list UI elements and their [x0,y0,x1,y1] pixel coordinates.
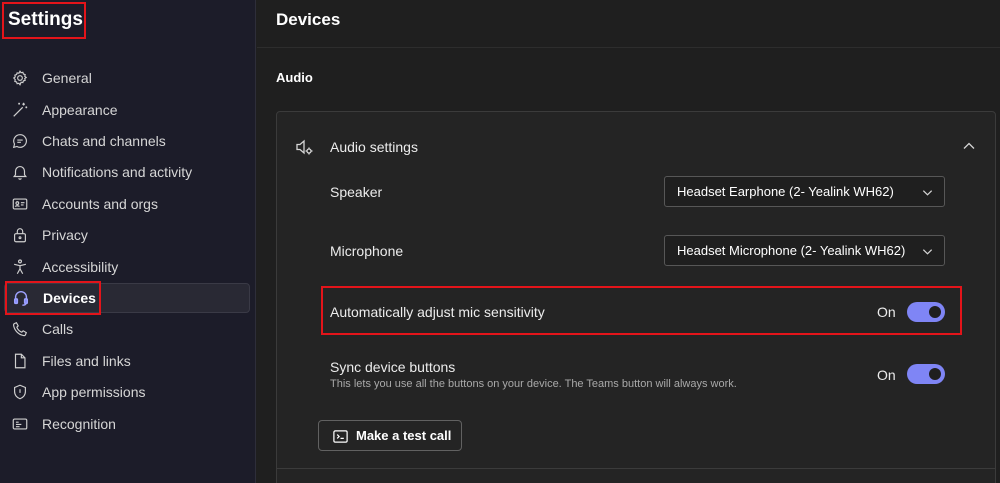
gear-icon [11,69,29,87]
make-test-call-label: Make a test call [356,428,452,443]
sidebar-item-devices[interactable]: Devices [4,283,250,313]
sidebar-item-appearance[interactable]: Appearance [4,95,250,125]
chevron-up-icon[interactable] [961,138,977,154]
sidebar-item-accessibility[interactable]: Accessibility [4,252,250,282]
lock-icon [11,226,29,244]
audio-settings-card: Audio settings Speaker Headset Earphone … [276,111,996,483]
toggle-knob [929,306,941,318]
toggle-knob [929,368,941,380]
speaker-dropdown[interactable]: Headset Earphone (2- Yealink WH62) [664,176,945,207]
page-title: Devices [276,10,341,29]
card-divider [277,468,995,469]
make-test-call-button[interactable]: Make a test call [318,420,462,451]
sidebar-item-general[interactable]: General [4,63,250,93]
sync-buttons-state: On [877,367,896,383]
sidebar-item-files-and-links[interactable]: Files and links [4,346,250,376]
chevron-down-icon [922,249,933,255]
test-call-icon [333,430,348,443]
auto-mic-sensitivity-toggle[interactable] [907,302,945,322]
sidebar-item-label: Chats and channels [42,133,166,149]
speaker-settings-icon [296,139,313,155]
header-divider [257,47,1000,48]
accessibility-icon [11,258,29,276]
sidebar-item-recognition[interactable]: Recognition [4,409,250,439]
sidebar-item-calls[interactable]: Calls [4,314,250,344]
sidebar-item-label: Privacy [42,227,88,243]
audio-settings-header: Audio settings [330,139,418,155]
sidebar-item-app-permissions[interactable]: App permissions [4,377,250,407]
sidebar-item-notifications-and-activity[interactable]: Notifications and activity [4,157,250,187]
sidebar-item-label: Files and links [42,353,131,369]
section-title-audio: Audio [276,70,313,85]
speaker-label: Speaker [330,184,383,200]
sidebar-item-label: Accounts and orgs [42,196,158,212]
headset-icon [12,289,30,307]
sync-device-buttons-label: Sync device buttons [330,359,456,375]
phone-icon [11,320,29,338]
sidebar-item-label: Appearance [42,102,118,118]
sidebar-item-label: Notifications and activity [42,164,193,180]
auto-mic-sensitivity-label: Automatically adjust mic sensitivity [330,304,545,320]
microphone-value: Headset Microphone (2- Yealink WH62) [677,243,906,258]
chat-icon [11,132,29,150]
wand-icon [11,101,29,119]
sidebar-item-chats-and-channels[interactable]: Chats and channels [4,126,250,156]
microphone-dropdown[interactable]: Headset Microphone (2- Yealink WH62) [664,235,945,266]
auto-mic-state: On [877,304,896,320]
speaker-value: Headset Earphone (2- Yealink WH62) [677,184,894,199]
sync-device-buttons-toggle[interactable] [907,364,945,384]
bell-icon [11,163,29,181]
sync-device-buttons-description: This lets you use all the buttons on you… [330,378,737,390]
sidebar-item-label: Devices [43,290,96,306]
shield-icon [11,383,29,401]
settings-sidebar: Settings General Appearance Chats and ch… [0,0,256,483]
sidebar-item-accounts-and-orgs[interactable]: Accounts and orgs [4,189,250,219]
recognition-icon [11,415,29,433]
id-card-icon [11,195,29,213]
sidebar-item-label: Recognition [42,416,116,432]
sidebar-item-privacy[interactable]: Privacy [4,220,250,250]
microphone-label: Microphone [330,243,404,259]
sidebar-item-label: General [42,70,92,86]
chevron-down-icon [922,190,933,196]
sidebar-item-label: Calls [42,321,74,337]
file-icon [11,352,29,370]
sidebar-item-label: App permissions [42,384,146,400]
main-panel: Devices Audio Audio settings Speaker Hea… [257,0,1000,483]
settings-title: Settings [8,9,83,30]
sidebar-item-label: Accessibility [42,259,119,275]
